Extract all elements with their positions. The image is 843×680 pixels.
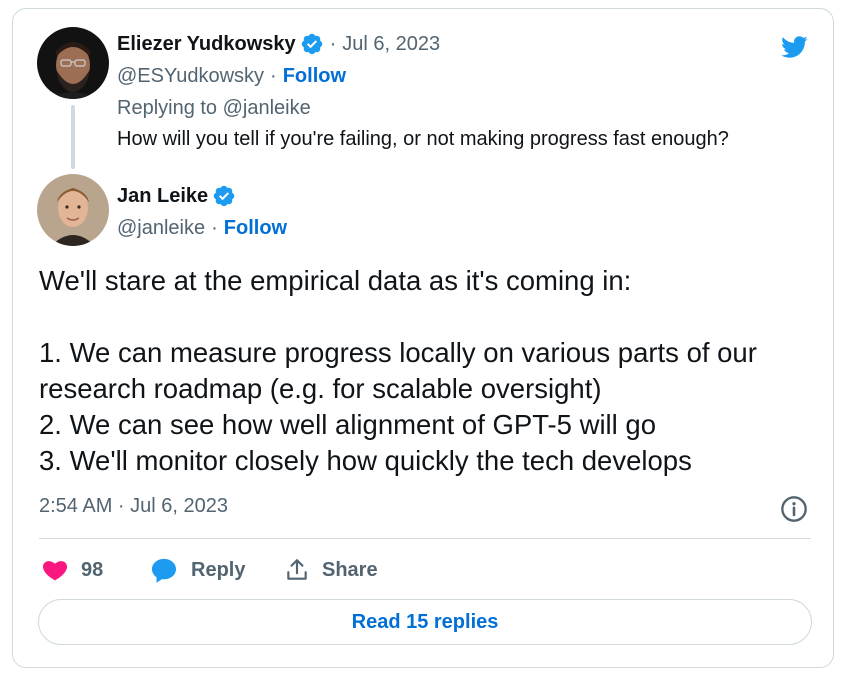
like-button[interactable]: 98: [41, 553, 103, 587]
share-label: Share: [322, 558, 378, 581]
tweet-line: 1. We can measure progress locally on va…: [39, 337, 757, 368]
tweet-line: 3. We'll monitor closely how quickly the…: [39, 445, 692, 476]
thread-connector-line: [71, 105, 75, 169]
read-replies-button[interactable]: Read 15 replies: [38, 599, 812, 645]
verified-badge-icon: [213, 185, 235, 207]
tweet-timestamp[interactable]: 2:54 AM · Jul 6, 2023: [39, 495, 228, 518]
divider: [39, 538, 811, 539]
share-button[interactable]: Share: [284, 553, 378, 587]
verified-badge-icon: [301, 33, 322, 55]
like-count: 98: [81, 558, 104, 581]
author-handle[interactable]: @janleike: [117, 217, 205, 240]
author-handle[interactable]: @ESYudkowsky: [117, 65, 264, 88]
reply-label: Reply: [191, 558, 246, 581]
reply-tweet-text: How will you tell if you're failing, or …: [117, 128, 729, 150]
read-replies-label: Read 15 replies: [351, 610, 499, 633]
author-name[interactable]: Jan Leike: [117, 185, 208, 208]
twitter-bird-icon[interactable]: [777, 33, 811, 61]
separator-dot: ·: [270, 64, 277, 87]
tweet-line: We'll stare at the empirical data as it'…: [39, 265, 632, 296]
replying-to-label[interactable]: Replying to @janleike: [117, 97, 311, 120]
separator-dot: ·: [211, 216, 218, 239]
info-icon[interactable]: [780, 495, 808, 523]
tweet-date[interactable]: Jul 6, 2023: [342, 33, 440, 56]
reply-button[interactable]: Reply: [149, 553, 245, 587]
heart-icon: [42, 561, 68, 581]
author-name[interactable]: Eliezer Yudkowsky: [117, 33, 296, 56]
tweet-embed-card: Eliezer Yudkowsky · Jul 6, 2023 @ESYudko…: [12, 8, 834, 668]
tweet-line: 2. We can see how well alignment of GPT-…: [39, 409, 657, 440]
separator-dot: ·: [329, 32, 337, 55]
tweet-line: research roadmap (e.g. for scalable over…: [39, 373, 602, 404]
avatar-jan-leike[interactable]: [37, 174, 109, 246]
follow-button[interactable]: Follow: [283, 65, 346, 88]
follow-button[interactable]: Follow: [224, 217, 287, 240]
reply-bubble-icon: [151, 558, 177, 583]
avatar-eliezer-yudkowsky[interactable]: [37, 27, 109, 99]
share-icon: [287, 559, 307, 580]
main-tweet-text: We'll stare at the empirical data as it'…: [39, 263, 829, 479]
